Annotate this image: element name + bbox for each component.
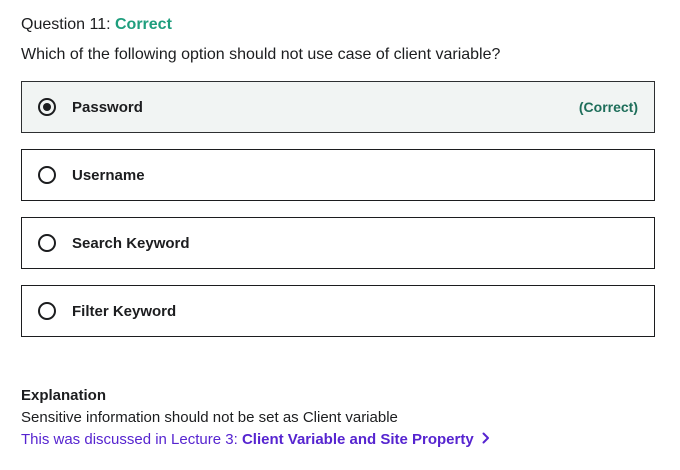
radio-unselected-icon[interactable]	[38, 166, 56, 184]
radio-unselected-icon[interactable]	[38, 234, 56, 252]
explanation-body: Sensitive information should not be set …	[21, 409, 398, 426]
question-header: Question 11: Correct	[21, 15, 172, 35]
option-filter-keyword[interactable]: Filter Keyword	[21, 285, 655, 337]
option-password[interactable]: Password (Correct)	[21, 81, 655, 133]
option-search-keyword[interactable]: Search Keyword	[21, 217, 655, 269]
option-label: Username	[72, 166, 145, 184]
result-status: Correct	[115, 16, 172, 33]
radio-unselected-icon[interactable]	[38, 302, 56, 320]
option-label: Search Keyword	[72, 234, 190, 252]
chevron-right-icon[interactable]	[482, 429, 490, 451]
lecture-link-name[interactable]: Client Variable and Site Property	[242, 431, 474, 448]
option-label: Password	[72, 98, 143, 116]
option-label: Filter Keyword	[72, 302, 177, 320]
radio-selected-icon[interactable]	[38, 98, 56, 116]
answer-options: Password (Correct) Username Search Keywo…	[21, 81, 655, 353]
question-text: Which of the following option should not…	[21, 46, 501, 63]
explanation-section: Explanation Sensitive information should…	[21, 385, 490, 451]
correct-tag: (Correct)	[578, 99, 638, 115]
option-username[interactable]: Username	[21, 149, 655, 201]
lecture-link[interactable]: This was discussed in Lecture 3: Client …	[21, 429, 490, 451]
question-number: Question 11:	[21, 16, 111, 33]
explanation-title: Explanation	[21, 387, 107, 404]
lecture-link-prefix[interactable]: This was discussed in Lecture 3:	[21, 431, 238, 448]
